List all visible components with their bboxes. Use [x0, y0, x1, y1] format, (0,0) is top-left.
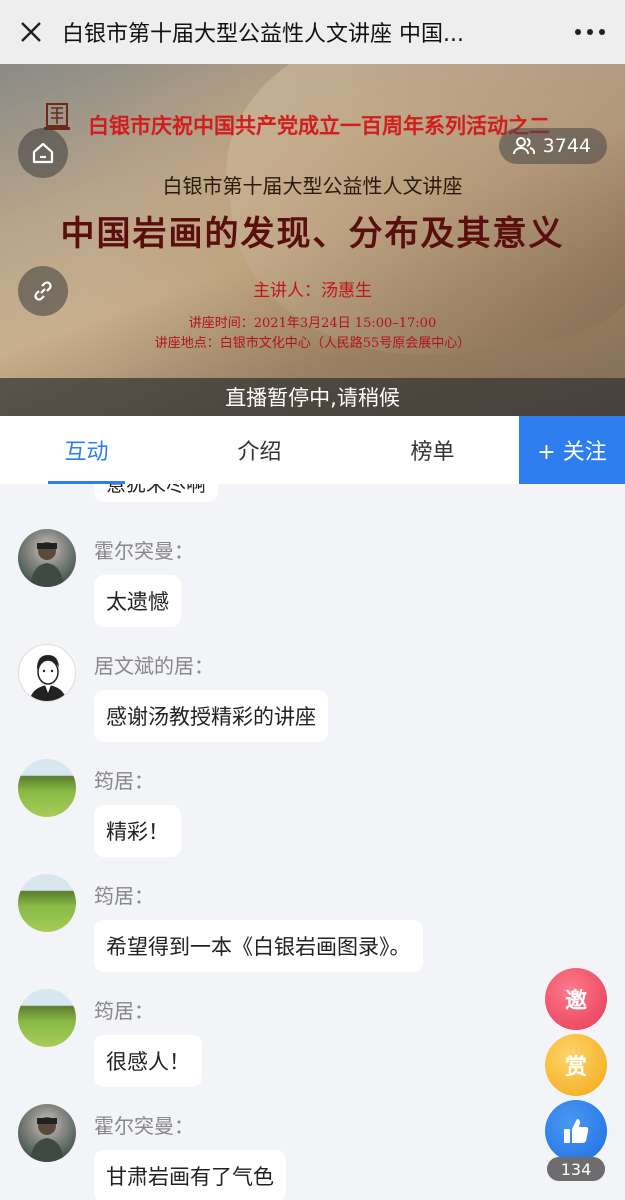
username: 筠居：	[94, 769, 154, 793]
avatar[interactable]	[18, 759, 76, 817]
avatar[interactable]	[18, 1104, 76, 1162]
message-bubble: 精彩！	[94, 805, 181, 857]
tab-interact[interactable]: 互动	[0, 416, 173, 484]
avatar[interactable]	[18, 989, 76, 1047]
live-video-banner[interactable]: 白银市庆祝中国共产党成立一百周年系列活动之二 白银市第十届大型公益性人文讲座 中…	[0, 64, 625, 416]
speaker-line: 主讲人：汤惠生	[253, 281, 372, 301]
avatar[interactable]	[18, 874, 76, 932]
lecture-title: 中国岩画的发现、分布及其意义	[60, 214, 565, 254]
like-count: 134	[547, 1157, 605, 1181]
message-bubble: 感谢汤教授精彩的讲座	[94, 690, 328, 742]
home-button[interactable]	[18, 128, 68, 178]
like-button[interactable]	[545, 1100, 607, 1162]
lecture-place: 讲座地点：白银市文化中心（人民路55号原会展中心）	[154, 336, 471, 351]
viewer-count-badge: 3744	[498, 128, 607, 164]
chat-list[interactable]: 意犹未尽啊 霍尔突曼： 太遗憾 居文斌的居： 感谢汤教授精彩的讲座 筠居： 精彩…	[0, 484, 625, 1200]
tab-bar: 互动 介绍 榜单 + 关注	[0, 416, 625, 484]
top-navigation-bar: 白银市第十届大型公益性人文讲座 中国...	[0, 0, 625, 64]
chat-message: 筠居： 精彩！	[0, 759, 625, 874]
invite-button[interactable]: 邀	[545, 968, 607, 1030]
lecture-series-title: 白银市第十届大型公益性人文讲座	[162, 174, 463, 198]
message-bubble: 希望得到一本《白银岩画图录》。	[94, 920, 423, 972]
reward-button[interactable]: 赏	[545, 1034, 607, 1096]
invite-label: 邀	[564, 989, 587, 1014]
reward-label: 赏	[564, 1055, 587, 1080]
avatar[interactable]	[18, 529, 76, 587]
viewer-count: 3744	[542, 135, 591, 157]
username: 霍尔突曼：	[94, 539, 194, 563]
chat-message: 居文斌的居： 感谢汤教授精彩的讲座	[0, 644, 625, 759]
chat-message: 霍尔突曼： 太遗憾	[0, 529, 625, 644]
more-options-icon[interactable]	[555, 0, 625, 64]
banner-headline: 白银市庆祝中国共产党成立一百周年系列活动之二	[88, 113, 550, 138]
message-bubble: 甘肃岩画有了气色	[94, 1150, 286, 1200]
message-bubble: 太遗憾	[94, 575, 181, 627]
username: 霍尔突曼：	[94, 1114, 194, 1138]
live-paused-notice: 直播暂停中,请稍候	[0, 378, 625, 416]
message-bubble: 意犹未尽啊	[94, 484, 218, 502]
users-icon	[512, 137, 535, 155]
username: 筠居：	[94, 999, 154, 1023]
thumbs-up-icon	[564, 1119, 589, 1143]
chat-message: 筠居： 很感人！	[0, 989, 625, 1104]
chat-message: 筠居： 希望得到一本《白银岩画图录》。	[0, 874, 625, 989]
username: 筠居：	[94, 884, 154, 908]
message-bubble: 很感人！	[94, 1035, 202, 1087]
close-icon[interactable]	[0, 0, 62, 64]
link-icon	[34, 281, 52, 301]
tab-ranking[interactable]: 榜单	[346, 416, 519, 484]
home-icon	[32, 142, 54, 164]
avatar[interactable]	[18, 644, 76, 702]
lecture-time: 讲座时间：2021年3月24日 15:00–17:00	[188, 316, 437, 331]
follow-button[interactable]: + 关注	[519, 416, 625, 484]
tab-intro[interactable]: 介绍	[173, 416, 346, 484]
chat-message: 霍尔突曼： 甘肃岩画有了气色	[0, 1104, 625, 1200]
share-link-button[interactable]	[18, 266, 68, 316]
page-title: 白银市第十届大型公益性人文讲座 中国...	[62, 22, 464, 47]
username: 居文斌的居：	[94, 654, 214, 678]
